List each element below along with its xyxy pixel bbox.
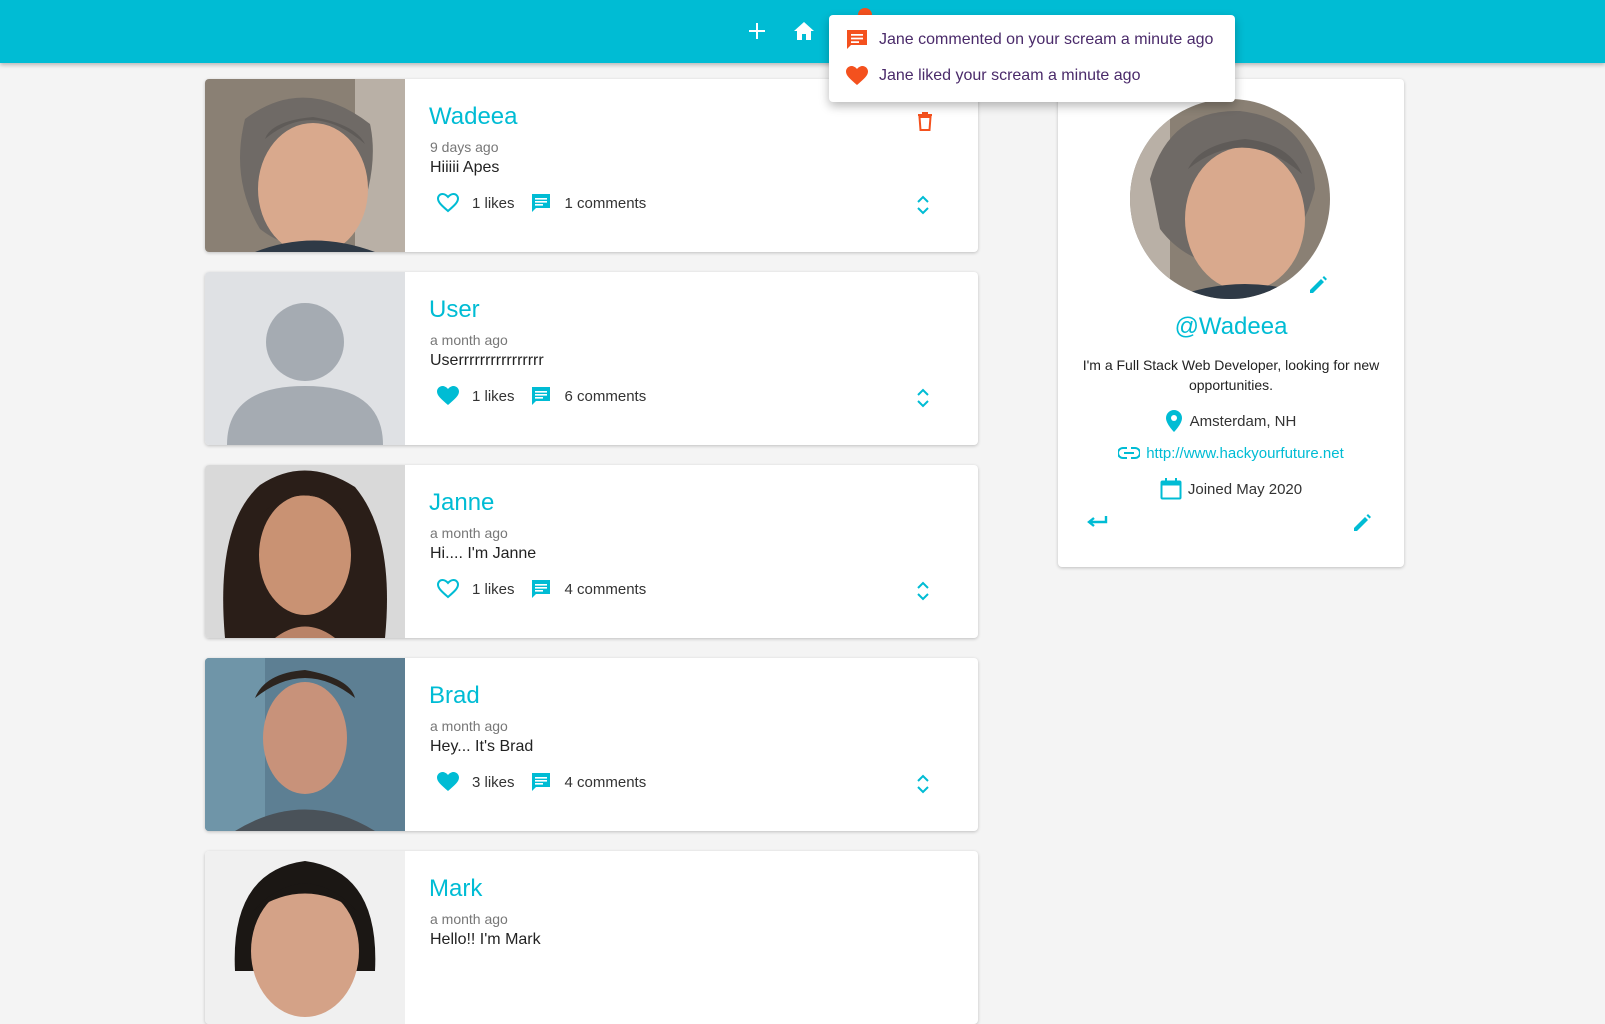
comments-button[interactable] [529,191,553,215]
comment-icon [845,28,869,52]
notification-item[interactable]: Jane liked your scream a minute ago [829,59,1235,93]
unfold-more-icon [917,388,929,408]
comment-icon [531,387,550,405]
website-link[interactable]: http://www.hackyourfuture.net [1146,445,1344,462]
likes-count: 1 likes [472,194,515,212]
expand-button[interactable] [911,386,935,410]
edit-details-button[interactable] [1350,511,1374,535]
scream-handle[interactable]: Brad [429,682,480,710]
delete-icon [918,112,932,131]
comments-count: 6 comments [564,387,647,405]
scream-body: Hi.... I'm Janne [430,545,537,562]
scream-handle[interactable]: User [429,296,480,324]
scream-actions: 1 likes 1 comments [436,191,646,215]
unfold-more-icon [917,195,929,215]
scream-actions: 1 likes 4 comments [436,577,646,601]
scream-actions: 1 likes 6 comments [436,384,646,408]
scream-card: Janne a month ago Hi.... I'm Janne 1 lik… [205,465,978,638]
joined-text: Joined May 2020 [1187,480,1303,498]
comment-icon [531,194,550,212]
home-icon [794,22,814,40]
profile-location: Amsterdam, NH [1058,409,1404,433]
calendar-icon [1160,478,1182,500]
scream-card: User a month ago Userrrrrrrrrrrrrrrr 1 l… [205,272,978,445]
scream-body: Hey... It's Brad [430,738,534,755]
scream-time: 9 days ago [430,139,499,155]
unlike-button[interactable] [436,384,460,408]
location-icon [1165,410,1182,432]
profile-joined: Joined May 2020 [1058,476,1404,502]
pencil-icon [1354,514,1371,531]
profile-bio: I'm a Full Stack Web Developer, looking … [1082,357,1380,393]
notifications-menu: Jane commented on your scream a minute a… [829,15,1235,102]
user-photo [205,465,405,638]
notification-text: Jane liked your scream a minute ago [879,67,1141,84]
comments-button[interactable] [529,577,553,601]
scream-card: Wadeea 9 days ago Hiiiii Apes 1 likes 1 … [205,79,978,252]
like-button[interactable] [436,577,460,601]
heart-icon [845,64,869,88]
user-photo [205,658,405,831]
scream-body: Hiiiii Apes [430,159,500,176]
comments-button[interactable] [529,770,553,794]
likes-count: 1 likes [472,387,515,405]
edit-avatar-button[interactable] [1306,273,1330,297]
expand-button[interactable] [911,772,935,796]
delete-button[interactable] [915,109,935,133]
scream-card: Brad a month ago Hey... It's Brad 3 like… [205,658,978,831]
app-bar [0,0,1605,63]
unfold-more-icon [917,774,929,794]
scream-handle[interactable]: Mark [429,875,482,903]
scream-body: Userrrrrrrrrrrrrrrr [430,352,544,369]
profile-handle[interactable]: @Wadeea [1058,313,1404,341]
user-photo [205,851,405,1024]
scream-time: a month ago [430,911,508,927]
scream-handle[interactable]: Wadeea [429,103,518,131]
notification-text: Jane commented on your scream a minute a… [879,31,1214,48]
expand-button[interactable] [911,579,935,603]
home-button[interactable] [789,14,819,48]
heart-icon [437,386,459,405]
scream-time: a month ago [430,525,508,541]
likes-count: 1 likes [472,580,515,598]
heart-outline-icon [437,193,459,213]
comments-count: 4 comments [564,773,647,791]
unlike-button[interactable] [436,770,460,794]
scream-actions: 3 likes 4 comments [436,770,646,794]
comments-count: 4 comments [564,580,647,598]
comment-icon [531,580,550,598]
unfold-more-icon [917,581,929,601]
profile-card: @Wadeea I'm a Full Stack Web Developer, … [1058,79,1404,567]
scream-time: a month ago [430,718,508,734]
logout-button[interactable] [1084,511,1110,533]
scream-body: Hello!! I'm Mark [430,931,541,948]
scream-time: a month ago [430,332,508,348]
comments-count: 1 comments [564,194,647,212]
heart-outline-icon [437,579,459,599]
location-text: Amsterdam, NH [1189,412,1297,430]
add-icon [749,23,765,39]
add-scream-button[interactable] [742,14,772,48]
link-icon [1118,447,1141,459]
user-photo [205,79,405,252]
profile-avatar [1130,99,1330,299]
expand-button[interactable] [911,193,935,217]
user-photo [205,272,405,445]
comment-icon [531,773,550,791]
likes-count: 3 likes [472,773,515,791]
keyboard-return-icon [1087,516,1108,527]
heart-icon [437,772,459,791]
scream-card: Mark a month ago Hello!! I'm Mark [205,851,978,1024]
scream-handle[interactable]: Janne [429,489,494,517]
comments-button[interactable] [529,384,553,408]
notification-item[interactable]: Jane commented on your scream a minute a… [829,23,1235,57]
like-button[interactable] [436,191,460,215]
profile-website: http://www.hackyourfuture.net [1058,441,1404,465]
pencil-icon [1310,276,1327,293]
